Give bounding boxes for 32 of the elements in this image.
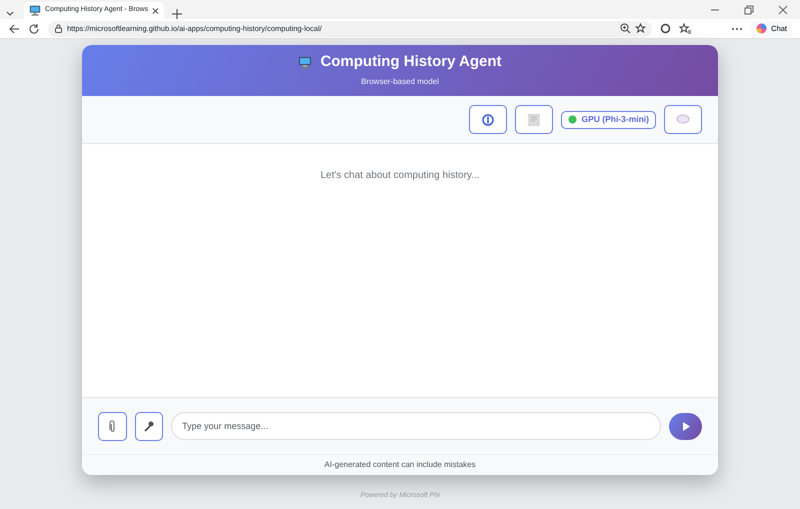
- play-icon: [682, 422, 690, 430]
- close-icon[interactable]: [152, 6, 159, 14]
- monitor-icon: [29, 4, 42, 17]
- chat-button[interactable]: [664, 105, 702, 134]
- empty-chat-message: Let's chat about computing history...: [320, 169, 480, 182]
- restore-icon[interactable]: [744, 4, 754, 14]
- microphone-button[interactable]: [134, 412, 164, 440]
- app-subtitle: Browser-based model: [361, 76, 439, 88]
- star-icon[interactable]: [635, 23, 646, 34]
- info-button[interactable]: [469, 105, 508, 134]
- back-icon[interactable]: [8, 22, 20, 34]
- monitor-icon: [298, 56, 312, 68]
- new-tab-icon[interactable]: [172, 9, 182, 19]
- status-dot-icon: [568, 115, 578, 124]
- disclaimer-text: AI-generated content can include mistakes: [324, 459, 476, 471]
- app-title: Computing History Agent: [320, 53, 502, 71]
- extensions-icon[interactable]: [660, 23, 672, 34]
- zoom-icon[interactable]: [620, 23, 632, 34]
- favorites-icon[interactable]: [679, 23, 692, 34]
- attach-button[interactable]: [98, 412, 127, 440]
- model-status-button[interactable]: GPU (Phi-3-mini): [561, 110, 656, 128]
- more-icon[interactable]: [731, 26, 744, 30]
- lock-icon[interactable]: [54, 24, 63, 33]
- document-icon: [528, 114, 540, 126]
- message-input[interactable]: Type your message...: [171, 412, 662, 440]
- speech-bubble-icon: [676, 114, 690, 126]
- copilot-icon: [756, 23, 768, 34]
- refresh-icon[interactable]: [28, 22, 40, 34]
- document-button[interactable]: [515, 105, 554, 134]
- info-icon: [482, 114, 494, 126]
- microphone-icon: [142, 420, 156, 432]
- send-button[interactable]: [669, 412, 702, 440]
